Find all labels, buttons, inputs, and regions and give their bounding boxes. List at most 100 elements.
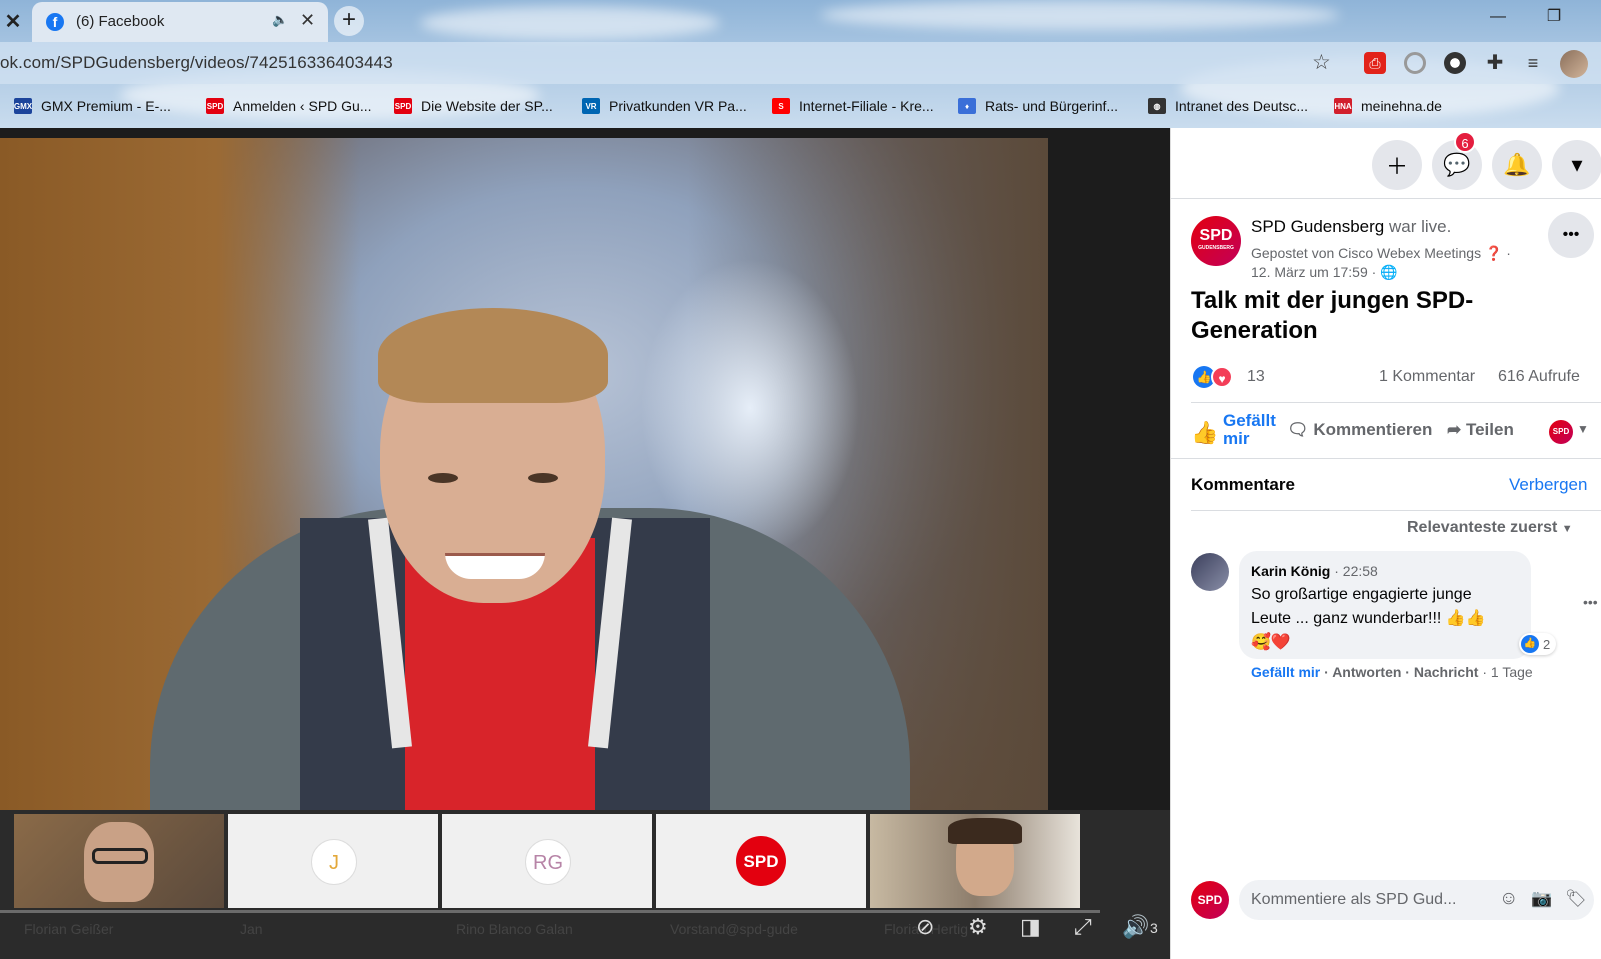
participant-tile[interactable]: SPD (656, 814, 866, 908)
browser-tab[interactable]: f (6) Facebook 🔈 ✕ (32, 2, 328, 42)
participant-name: Florian Geißer (24, 921, 114, 937)
comment-text: So großartige engagierte junge Leute ...… (1251, 583, 1486, 655)
participant-avatar: RG (525, 839, 571, 885)
captions-icon[interactable]: ⊘ (916, 914, 934, 940)
pdf-extension-icon[interactable]: ⎙ (1364, 52, 1386, 74)
composer-avatar-spd-logo: SPD (1191, 881, 1229, 919)
bookmark-item[interactable]: SPD Anmelden ‹ SPD Gu... (206, 96, 372, 116)
video-player[interactable]: J RG SPD Florian Geißer Jan Rino Blanco … (0, 128, 1170, 959)
comment-bubble: Karin König · 22:58 So großartige engagi… (1239, 551, 1557, 659)
speaker-eye (528, 473, 558, 483)
sort-label: Relevanteste zuerst (1407, 519, 1558, 536)
participant-tile[interactable]: J (228, 814, 438, 908)
emoji-icon[interactable]: ☺ (1499, 888, 1518, 910)
posted-by-text: Gepostet von Cisco Webex Meetings (1251, 245, 1482, 261)
settings-gear-icon[interactable]: ⚙ (968, 914, 988, 940)
participant-tile[interactable] (14, 814, 224, 908)
extensions-puzzle-icon[interactable]: ✚ (1484, 52, 1506, 74)
tab-strip: ✕ f (6) Facebook 🔈 ✕ + — ❐ (0, 0, 1601, 42)
comment-text-line: So großartige engagierte junge (1251, 586, 1472, 603)
fullscreen-icon[interactable]: ⤢ (1074, 914, 1092, 940)
comment-time[interactable]: 22:58 (1343, 563, 1378, 579)
bookmark-label: Rats- und Bürgerinf... (985, 98, 1119, 114)
page-name-link[interactable]: SPD Gudensberg (1251, 217, 1384, 236)
post-title-line: Generation (1191, 317, 1318, 344)
volume-count: 3 (1150, 920, 1158, 936)
act-as-chevron-icon[interactable]: ▼ (1577, 422, 1589, 436)
post-date[interactable]: 12. März um 17:59 · 🌐 (1251, 264, 1398, 281)
comment-input-placeholder: Kommentiere als SPD Gud... (1251, 891, 1457, 908)
comment-message-link[interactable]: Nachricht (1414, 664, 1479, 680)
comment-count[interactable]: 1 Kommentar (1379, 368, 1475, 386)
bookmark-item[interactable]: SPD Die Website der SP... (394, 96, 553, 116)
camera-icon[interactable]: 📷 (1531, 889, 1552, 909)
view-count: 616 Aufrufe (1498, 368, 1580, 385)
participant-tile[interactable]: RG (442, 814, 652, 908)
commenter-avatar[interactable] (1191, 553, 1229, 591)
facebook-post-panel: ＋ 💬 6 🔔 ▾ SPD GUDENSBERG SPD Gudensberg … (1170, 128, 1601, 959)
extension-toggle-icon[interactable] (1444, 52, 1466, 74)
volume-icon[interactable]: 🔊 (1122, 914, 1149, 940)
page-avatar-spd-logo[interactable]: SPD GUDENSBERG (1191, 216, 1241, 266)
bookmark-favicon-icon: VR (582, 98, 600, 114)
sort-comments-dropdown[interactable]: Relevanteste zuerst ▼ (1407, 519, 1573, 537)
close-tab-icon[interactable]: ✕ (0, 6, 26, 36)
bookmark-favicon-icon: SPD (206, 98, 224, 114)
create-button[interactable]: ＋ (1372, 140, 1422, 190)
divider (1171, 198, 1601, 199)
video-progress-bar[interactable] (0, 910, 1100, 913)
bookmark-item[interactable]: S Internet-Filiale - Kre... (772, 96, 934, 116)
bookmark-item[interactable]: GMX GMX Premium - E-... (14, 96, 171, 116)
participant-name: Vorstand@spd-gude (670, 921, 798, 937)
tab-audio-icon[interactable]: 🔈 (272, 12, 288, 28)
hide-comments-link[interactable]: Verbergen (1509, 475, 1587, 495)
globe-icon: 🌐 (1380, 264, 1398, 280)
comment-reactions[interactable]: 👍 2 (1519, 633, 1557, 655)
bookmark-favicon-icon: HNA (1334, 98, 1352, 114)
logo-text: SPD (1199, 227, 1233, 244)
help-icon[interactable]: ❓ · (1485, 245, 1511, 261)
post-title: Talk mit der jungen SPD- Generation (1191, 286, 1473, 346)
bookmark-item[interactable]: ◍ Intranet des Deutsc... (1148, 96, 1308, 116)
picture-in-picture-icon[interactable]: ◨ (1020, 914, 1041, 940)
bookmark-favicon-icon: S (772, 98, 790, 114)
bookmark-item[interactable]: VR Privatkunden VR Pa... (582, 96, 747, 116)
participant-name: Rino Blanco Galan (456, 921, 573, 937)
posted-by: Gepostet von Cisco Webex Meetings ❓ · (1251, 245, 1511, 262)
love-reaction-icon[interactable]: ♥ (1211, 366, 1233, 388)
comment-age[interactable]: 1 Tage (1491, 664, 1533, 680)
tab-close-icon[interactable]: ✕ (300, 10, 315, 31)
url-text: ok.com/SPDGudensberg/videos/742516336403… (0, 53, 393, 72)
new-tab-button[interactable]: + (334, 6, 364, 36)
participant-tile[interactable] (870, 814, 1080, 908)
share-button[interactable]: ➦ Teilen (1447, 420, 1514, 440)
comment-actions: Gefällt mir · Antworten · Nachricht · 1 … (1251, 664, 1533, 680)
share-arrow-icon: ➦ (1447, 420, 1462, 439)
sticker-icon[interactable]: 🏷 (1565, 889, 1587, 909)
minimize-button[interactable]: — (1470, 0, 1526, 36)
comment-like-link[interactable]: Gefällt mir (1251, 664, 1320, 680)
comment-author[interactable]: Karin König (1251, 563, 1330, 579)
bookmark-item[interactable]: HNA meinehna.de (1334, 96, 1442, 116)
notifications-bell-icon[interactable]: 🔔 (1492, 140, 1542, 190)
act-as-page-avatar[interactable]: SPD (1549, 420, 1573, 444)
main-speaker-video[interactable] (0, 138, 1048, 810)
bookmark-favicon-icon: SPD (394, 98, 412, 114)
profile-avatar[interactable] (1560, 50, 1588, 78)
bookmark-star-icon[interactable]: ☆ (1312, 50, 1331, 75)
reaction-count[interactable]: 13 (1247, 368, 1265, 386)
comment-button[interactable]: 🗨 Kommentieren (1287, 420, 1432, 440)
media-control-icon[interactable]: ≡ (1522, 52, 1544, 74)
comment-composer[interactable]: Kommentiere als SPD Gud... ☺ 📷 🏷 (1239, 880, 1594, 920)
comment-options-icon[interactable]: ••• (1583, 594, 1598, 610)
bookmark-item[interactable]: ♦ Rats- und Bürgerinf... (958, 96, 1118, 116)
comment-reply-link[interactable]: Antworten (1332, 664, 1401, 680)
account-menu-chevron-icon[interactable]: ▾ (1552, 140, 1601, 190)
bookmark-favicon-icon: ♦ (958, 98, 976, 114)
restore-button[interactable]: ❐ (1526, 0, 1582, 36)
spd-logo: SPD (736, 836, 786, 886)
post-options-icon[interactable]: ••• (1548, 212, 1594, 258)
extension-circle-icon[interactable] (1404, 52, 1426, 74)
bookmark-label: Anmelden ‹ SPD Gu... (233, 98, 372, 114)
address-bar[interactable]: ok.com/SPDGudensberg/videos/742516336403… (0, 44, 1331, 80)
